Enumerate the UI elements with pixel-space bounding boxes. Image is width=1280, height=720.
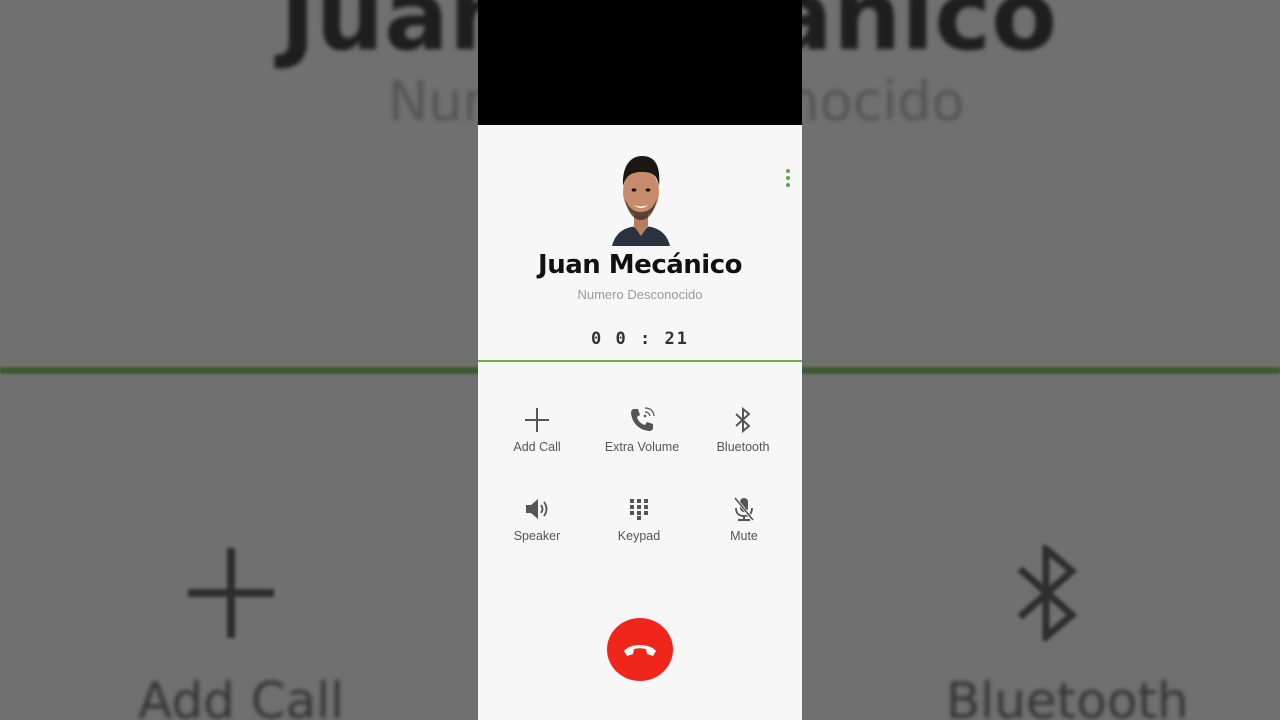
- speaker-button[interactable]: Speaker: [482, 493, 592, 543]
- black-top-bar: [478, 0, 802, 125]
- background-bluetooth-label: Bluetooth: [946, 672, 1189, 720]
- contact-name: Juan Mecánico: [538, 250, 742, 280]
- mute-label: Mute: [730, 529, 758, 543]
- contact-avatar: [612, 156, 670, 246]
- phone-volume-icon: [631, 407, 655, 431]
- add-call-label: Add Call: [513, 440, 561, 454]
- background-bluetooth-icon: [1017, 545, 1078, 641]
- divider-line: [478, 360, 802, 362]
- bluetooth-label: Bluetooth: [716, 440, 770, 454]
- mic-off-icon: [733, 497, 755, 521]
- extra-volume-button[interactable]: Extra Volume: [587, 404, 697, 454]
- keypad-label: Keypad: [617, 529, 661, 543]
- extra-volume-label: Extra Volume: [604, 440, 680, 454]
- add-call-button[interactable]: Add Call: [482, 404, 592, 454]
- speaker-label: Speaker: [513, 529, 561, 543]
- mute-button[interactable]: Mute: [689, 493, 799, 543]
- background-plus-icon: [188, 548, 274, 638]
- keypad-icon: [630, 499, 648, 520]
- hang-up-icon: [624, 644, 656, 656]
- bluetooth-button[interactable]: Bluetooth: [688, 404, 798, 454]
- plus-icon: [525, 408, 549, 432]
- bluetooth-icon: [735, 407, 751, 433]
- call-timer: 0 0 : 21: [591, 329, 689, 349]
- background-add-call-label: Add Call: [138, 672, 345, 720]
- end-call-button[interactable]: [607, 618, 673, 681]
- speaker-icon: [526, 499, 548, 519]
- more-options-icon[interactable]: [784, 168, 792, 188]
- number-status: Numero Desconocido: [577, 287, 703, 302]
- call-screen: Juan Mecánico Numero Desconocido 0 0 : 2…: [478, 0, 802, 720]
- keypad-button[interactable]: Keypad: [584, 493, 694, 543]
